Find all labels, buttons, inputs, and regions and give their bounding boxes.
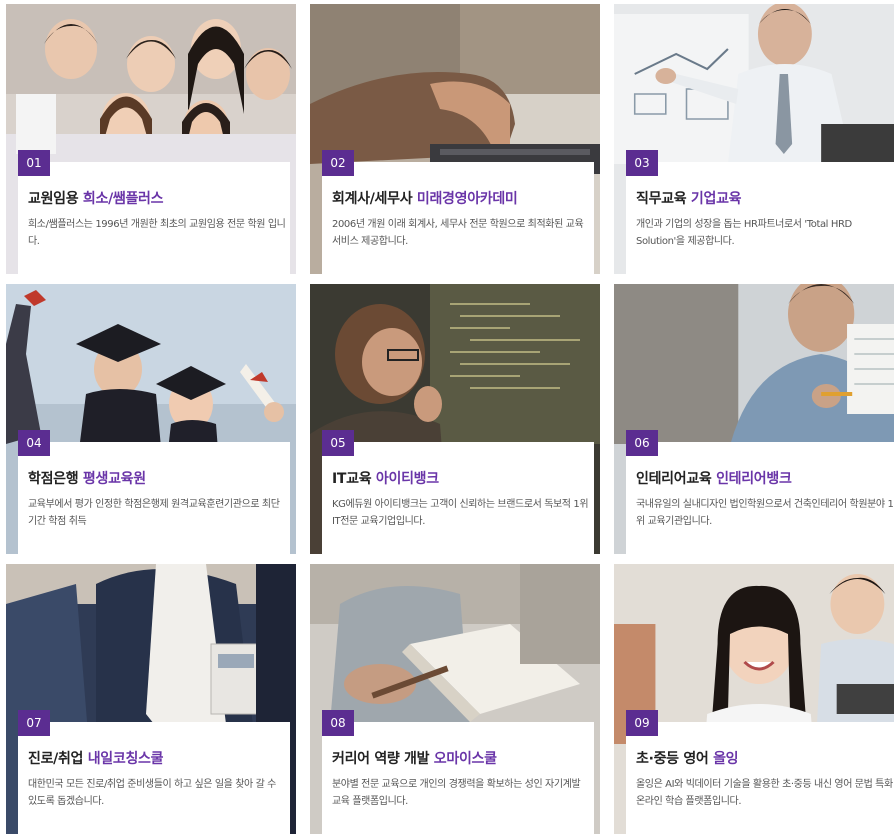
card-description: 국내유일의 실내디자인 법인학원으로서 건축인테리어 학원분야 1위 교육기관입… <box>636 499 894 527</box>
brand-card-5[interactable]: 05 IT교육 아이티뱅크 KG에듀원 아이티뱅크는 고객이 신뢰하는 브랜드로… <box>310 284 600 554</box>
card-info: 인테리어교육 인테리어뱅크 국내유일의 실내디자인 법인학원으로서 건축인테리어… <box>626 442 894 554</box>
card-info: 커리어 역량 개발 오마이스쿨 분야별 전문 교육으로 개인의 경쟁력을 확보하… <box>322 722 594 834</box>
card-title-highlight: 평생교육원 <box>82 471 146 487</box>
card-number: 07 <box>18 710 50 736</box>
card-title: 학점은행 평생교육원 <box>28 471 146 487</box>
card-title: 인테리어교육 인테리어뱅크 <box>636 471 792 487</box>
brand-card-3[interactable]: 03 직무교육 기업교육 개인과 기업의 성장을 돕는 HR파트너로서 'Tot… <box>614 4 894 274</box>
card-description: 분야별 전문 교육으로 개인의 경쟁력을 확보하는 성인 자기계발 교육 플랫폼… <box>332 779 581 807</box>
card-description: 개인과 기업의 성장을 돕는 HR파트너로서 'Total HRD Soluti… <box>636 219 852 247</box>
card-description: KG에듀원 아이티뱅크는 고객이 신뢰하는 브랜드로서 독보적 1위 IT전문 … <box>332 499 589 527</box>
card-title-highlight: 인테리어뱅크 <box>716 471 792 487</box>
card-description: 희소/쌤플러스는 1996년 개원한 최초의 교원임용 전문 학원 입니다. <box>28 219 286 247</box>
card-info: 학점은행 평생교육원 교육부에서 평가 인정한 학점은행제 원격교육훈련기관으로… <box>18 442 290 554</box>
card-title-highlight: 오마이스쿨 <box>433 751 497 767</box>
brand-card-7[interactable]: 07 진로/취업 내일코칭스쿨 대한민국 모든 진로/취업 준비생들이 하고 싶… <box>6 564 296 834</box>
card-description: 교육부에서 평가 인정한 학점은행제 원격교육훈련기관으로 최단기간 학점 취득 <box>28 499 280 527</box>
card-title: 진로/취업 내일코칭스쿨 <box>28 751 164 767</box>
card-number: 04 <box>18 430 50 456</box>
card-number: 06 <box>626 430 658 456</box>
brand-card-4[interactable]: 04 학점은행 평생교육원 교육부에서 평가 인정한 학점은행제 원격교육훈련기… <box>6 284 296 554</box>
card-description: 대한민국 모든 진로/취업 준비생들이 하고 싶은 일을 찾아 갈 수 있도록 … <box>28 779 276 807</box>
card-info: 초·중등 영어 올잉 올잉은 AI와 빅데이터 기술을 활용한 초·중등 내신 … <box>626 722 894 834</box>
card-title-highlight: 내일코칭스쿨 <box>87 751 164 767</box>
card-title-highlight: 올잉 <box>713 751 739 767</box>
brand-card-6[interactable]: 06 인테리어교육 인테리어뱅크 국내유일의 실내디자인 법인학원으로서 건축인… <box>614 284 894 554</box>
card-title: 교원임용 희소/쌤플러스 <box>28 191 164 207</box>
card-number: 03 <box>626 150 658 176</box>
card-number: 08 <box>322 710 354 736</box>
card-title-highlight: 아이티뱅크 <box>375 471 439 487</box>
card-title: IT교육 아이티뱅크 <box>332 471 439 487</box>
card-number: 01 <box>18 150 50 176</box>
card-info: IT교육 아이티뱅크 KG에듀원 아이티뱅크는 고객이 신뢰하는 브랜드로서 독… <box>322 442 594 554</box>
card-description: 2006년 개원 이래 회계사, 세무사 전문 학원으로 최적화된 교육 서비스… <box>332 219 584 247</box>
card-number: 02 <box>322 150 354 176</box>
card-description: 올잉은 AI와 빅데이터 기술을 활용한 초·중등 내신 영어 문법 특화 온라… <box>636 779 893 807</box>
card-info: 회계사/세무사 미래경영아카데미 2006년 개원 이래 회계사, 세무사 전문… <box>322 162 594 274</box>
card-title-highlight: 기업교육 <box>690 191 742 207</box>
card-info: 직무교육 기업교육 개인과 기업의 성장을 돕는 HR파트너로서 'Total … <box>626 162 894 274</box>
card-title-highlight: 희소/쌤플러스 <box>82 191 164 207</box>
card-title: 초·중등 영어 올잉 <box>636 751 739 767</box>
card-title: 커리어 역량 개발 오마이스쿨 <box>332 751 497 767</box>
card-title: 직무교육 기업교육 <box>636 191 742 207</box>
card-info: 교원임용 희소/쌤플러스 희소/쌤플러스는 1996년 개원한 최초의 교원임용… <box>18 162 290 274</box>
card-title-highlight: 미래경영아카데미 <box>416 191 518 207</box>
brand-card-2[interactable]: 02 회계사/세무사 미래경영아카데미 2006년 개원 이래 회계사, 세무사… <box>310 4 600 274</box>
card-title: 회계사/세무사 미래경영아카데미 <box>332 191 518 207</box>
brand-card-9[interactable]: 09 초·중등 영어 올잉 올잉은 AI와 빅데이터 기술을 활용한 초·중등 … <box>614 564 894 834</box>
brand-card-1[interactable]: 01 교원임용 희소/쌤플러스 희소/쌤플러스는 1996년 개원한 최초의 교… <box>6 4 296 274</box>
card-number: 09 <box>626 710 658 736</box>
card-number: 05 <box>322 430 354 456</box>
education-brands-grid: 01 교원임용 희소/쌤플러스 희소/쌤플러스는 1996년 개원한 최초의 교… <box>0 0 894 835</box>
brand-card-8[interactable]: 08 커리어 역량 개발 오마이스쿨 분야별 전문 교육으로 개인의 경쟁력을 … <box>310 564 600 834</box>
card-info: 진로/취업 내일코칭스쿨 대한민국 모든 진로/취업 준비생들이 하고 싶은 일… <box>18 722 290 834</box>
